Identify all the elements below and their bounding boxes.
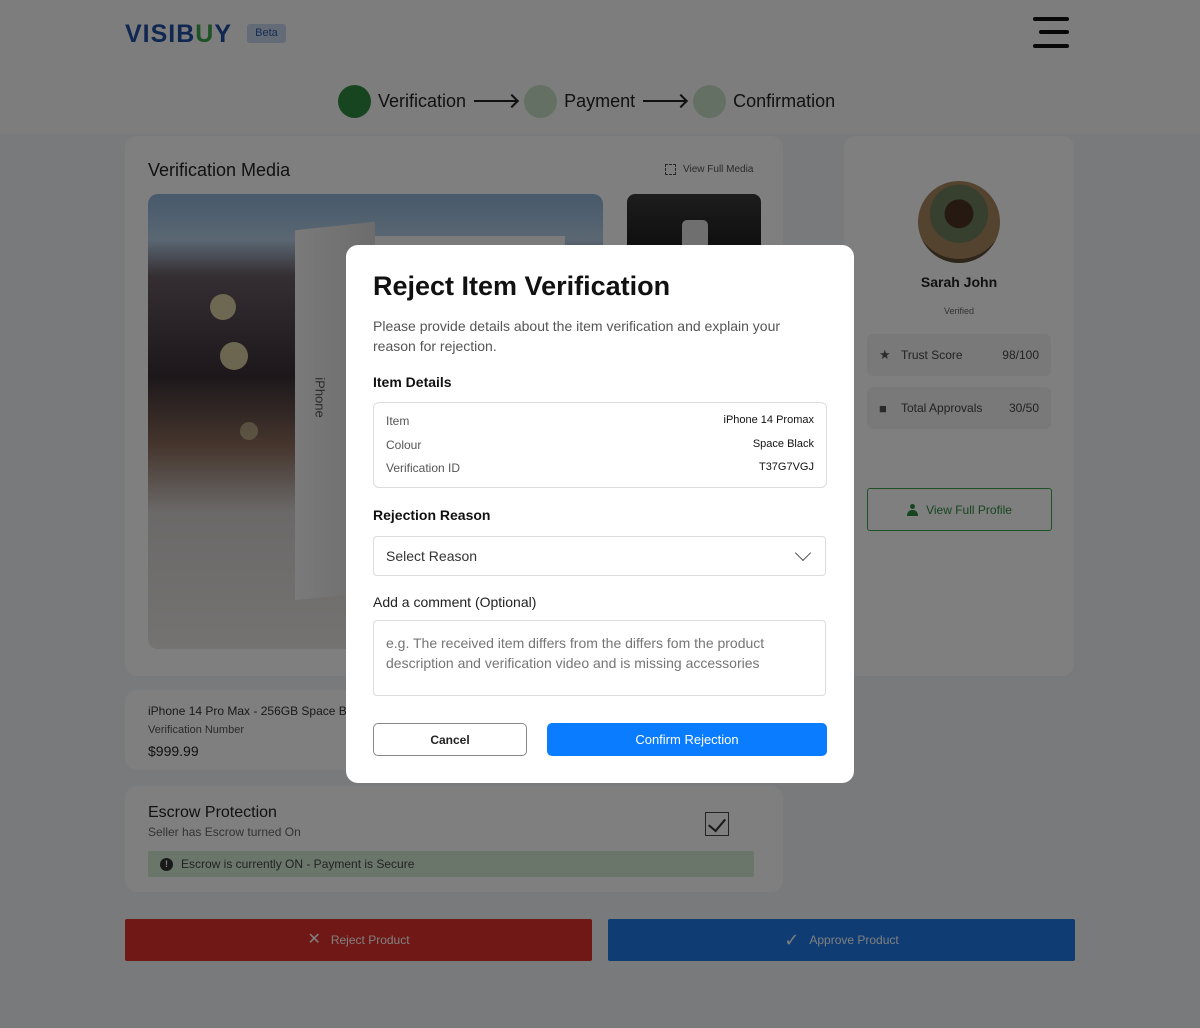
rejection-reason-select[interactable]: Select Reason: [373, 536, 826, 576]
detail-row-colour: Colour Space Black: [386, 438, 814, 452]
rejection-reason-heading: Rejection Reason: [373, 507, 491, 523]
item-details-heading: Item Details: [373, 374, 452, 390]
item-details-box: Item iPhone 14 Promax Colour Space Black…: [373, 402, 827, 488]
detail-value: T37G7VGJ: [758, 461, 814, 473]
select-placeholder: Select Reason: [386, 548, 478, 564]
reject-verification-modal: Reject Item Verification Please provide …: [346, 245, 854, 783]
detail-row-item: Item iPhone 14 Promax: [386, 414, 814, 428]
comment-label: Add a comment (Optional): [373, 594, 537, 610]
detail-label: Verification ID: [386, 461, 461, 475]
chevron-down-icon: [794, 544, 812, 562]
detail-value: iPhone 14 Promax: [723, 414, 815, 426]
confirm-rejection-button[interactable]: Confirm Rejection: [547, 723, 827, 756]
comment-textarea[interactable]: [373, 620, 826, 696]
detail-row-verification-id: Verification ID T37G7VGJ: [386, 461, 814, 475]
detail-label: Colour: [386, 438, 422, 452]
cancel-button[interactable]: Cancel: [373, 723, 527, 756]
detail-value: Space Black: [752, 438, 814, 450]
modal-description: Please provide details about the item ve…: [373, 318, 781, 354]
modal-title: Reject Item Verification: [373, 271, 671, 301]
detail-label: Item: [386, 414, 410, 428]
